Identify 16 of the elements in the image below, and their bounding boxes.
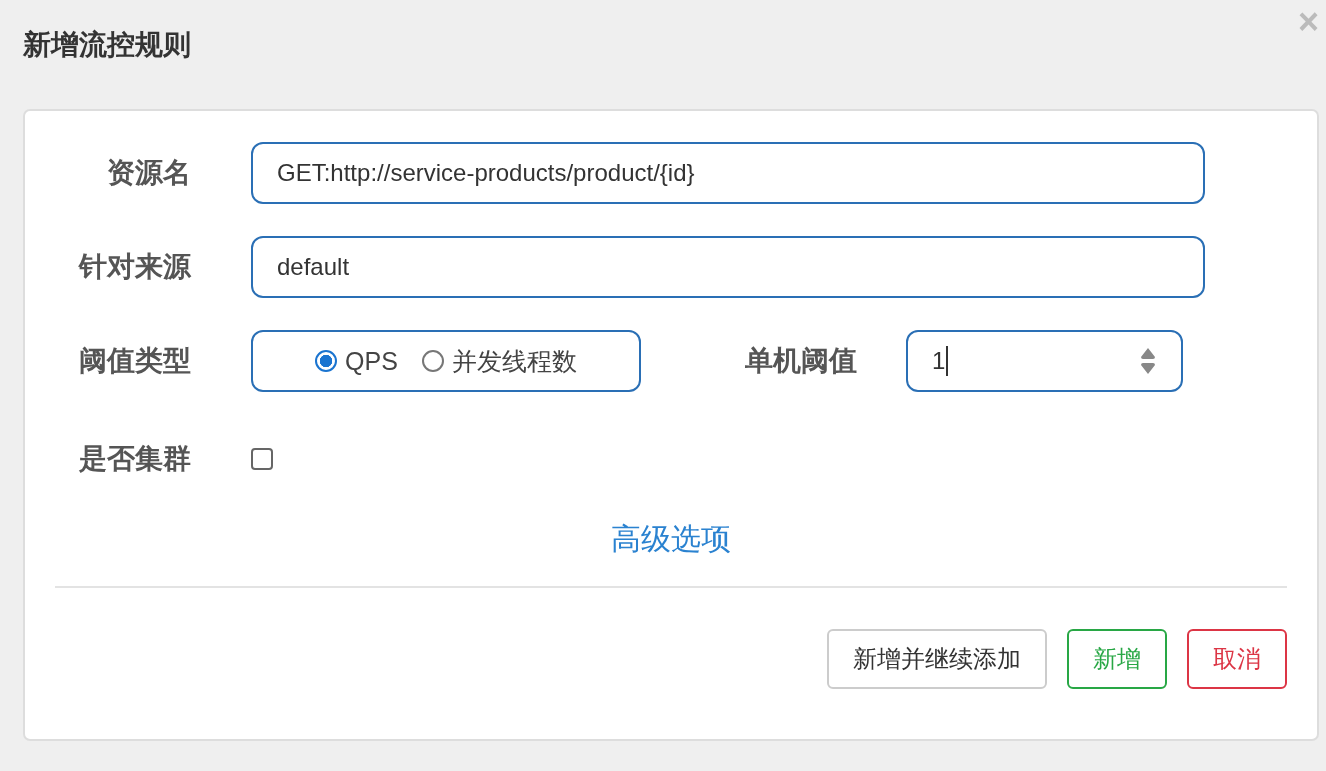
advanced-options-link[interactable]: 高级选项 [611,518,731,560]
action-button[interactable]: 取消 [1187,629,1287,689]
spinner-icon[interactable] [1139,346,1157,376]
radio-option[interactable]: QPS [315,346,398,376]
action-button[interactable]: 新增并继续添加 [827,629,1047,689]
field-label: 是否集群 [78,442,191,476]
dialog-title: 新增流控规则 [23,28,191,62]
field-label: 阈值类型 [78,344,191,378]
field-label: 针对来源 [77,250,191,284]
field-label: 资源名 [106,156,191,190]
field-label: 单机阈值 [744,344,858,378]
origin-field[interactable]: default [251,236,1205,298]
resource-name-field[interactable]: GET:http://service-products/product/{id} [251,142,1205,204]
threshold-number-field[interactable]: 1 [906,330,1183,392]
radio-option[interactable]: 并发线程数 [421,344,577,378]
checkbox[interactable] [251,448,273,470]
